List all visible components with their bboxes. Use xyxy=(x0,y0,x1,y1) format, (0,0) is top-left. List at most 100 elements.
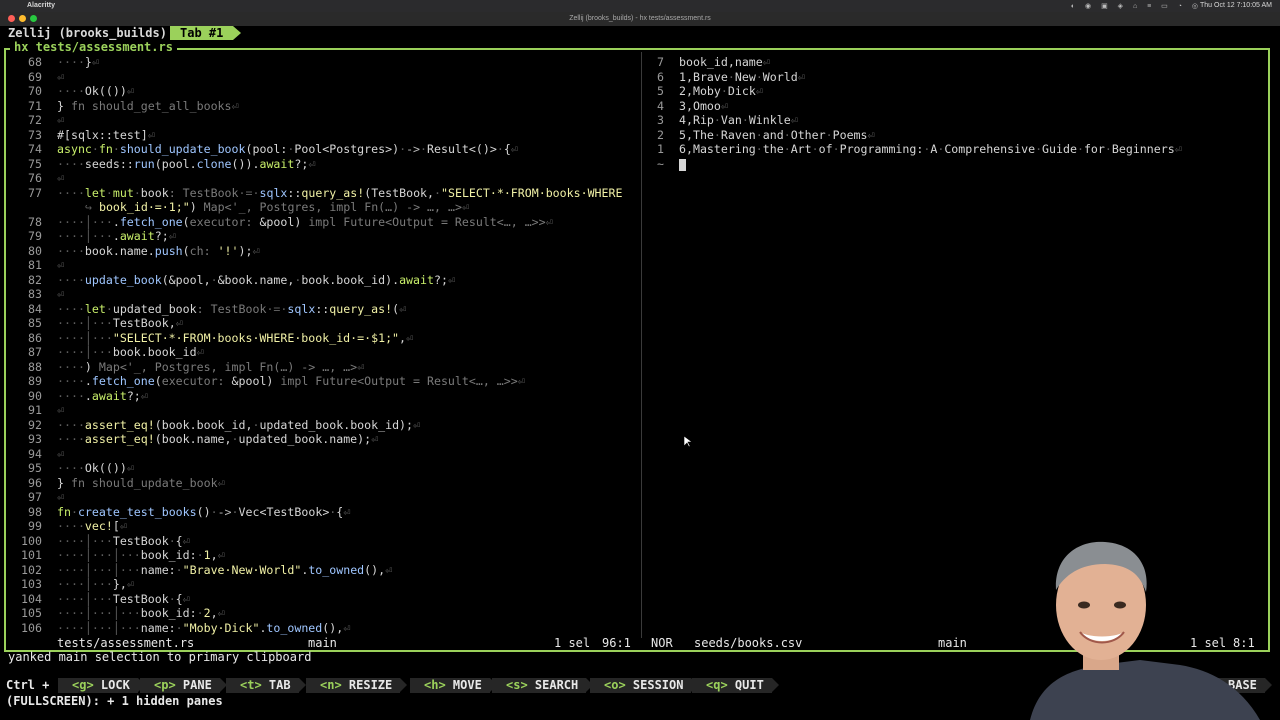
left-status-branch: main xyxy=(308,636,337,650)
right-status-branch: main xyxy=(938,636,967,650)
line-number: 71 xyxy=(28,98,42,113)
code-text: async·fn·should_update_book(pool:·Pool<P… xyxy=(57,142,518,156)
relative-line-number: 7 xyxy=(657,55,664,69)
line-number: 82 xyxy=(28,272,42,287)
line-number: 74 xyxy=(28,142,42,156)
line-number: 80 xyxy=(28,243,42,258)
keybar-tab-button[interactable]: <t> TAB xyxy=(226,678,306,693)
line-number: 73 xyxy=(28,127,42,142)
code-text: ⏎ xyxy=(57,113,64,127)
keybar-quit-button[interactable]: <q> QUIT xyxy=(692,678,779,693)
keybar-search-button[interactable]: <s> SEARCH xyxy=(492,678,594,693)
line-number: 99 xyxy=(28,519,42,533)
csv-text: 3,Omoo⏎ xyxy=(679,98,728,113)
code-text: ⏎ xyxy=(57,490,64,504)
text-cursor xyxy=(679,159,686,171)
code-text: ····.fetch_one(executor: &pool) impl Fut… xyxy=(57,374,525,388)
line-number: 78 xyxy=(28,214,42,229)
keybar-lock-button[interactable]: <g> LOCK xyxy=(58,678,145,693)
line-number: 87 xyxy=(28,345,42,359)
line-number: 101 xyxy=(21,548,42,562)
keybar-resize-button[interactable]: <n> RESIZE xyxy=(306,678,408,693)
relative-line-number: ~ xyxy=(657,156,664,171)
line-number: 90 xyxy=(28,388,42,403)
code-text: ····│···TestBook·{⏎ xyxy=(57,591,190,606)
code-text: ⏎ xyxy=(57,171,64,185)
line-number: 75 xyxy=(28,156,42,171)
mouse-pointer-icon xyxy=(684,436,692,448)
status-tray-icons[interactable]: ◐ ◉ ▣ ◈ ⌂ ≡ ▭ ◔ ◎ xyxy=(1071,2,1202,10)
menu-clock[interactable]: Thu Oct 12 7:10:05 AM xyxy=(1200,2,1272,9)
keybar-pane-button[interactable]: <p> PANE xyxy=(140,678,227,693)
code-text: ····Ok(())⏎ xyxy=(57,84,134,98)
code-text: ····assert_eq!(book.name,·updated_book.n… xyxy=(57,432,379,446)
code-text: ····update_book(&pool,·&book.name,·book.… xyxy=(57,272,455,287)
keybar-session-button[interactable]: <o> SESSION xyxy=(590,678,700,693)
line-number: 86 xyxy=(28,330,42,345)
code-text: ····book.name.push(ch: '!');⏎ xyxy=(57,243,260,258)
relative-line-number: 6 xyxy=(657,69,664,84)
code-text: ····│···│···name:·"Moby·Dick".to_owned()… xyxy=(57,620,351,635)
code-text: ⏎ xyxy=(57,69,64,84)
line-number: 96 xyxy=(28,475,42,490)
code-text: ····let·mut·book: TestBook·=·sqlx::query… xyxy=(57,185,623,200)
tab-1[interactable]: Tab #1 xyxy=(170,26,242,40)
relative-line-number: 1 xyxy=(657,142,664,156)
line-number: 68 xyxy=(28,55,42,69)
code-text: ····vec![⏎ xyxy=(57,519,127,533)
line-number: 100 xyxy=(21,533,42,548)
keybar-move-button[interactable]: <h> MOVE xyxy=(410,678,497,693)
csv-text: 2,Moby·Dick⏎ xyxy=(679,84,763,98)
line-number: 98 xyxy=(28,504,42,519)
line-number: 77 xyxy=(28,185,42,200)
fullscreen-hint: (FULLSCREEN): + 1 hidden panes xyxy=(6,694,223,708)
line-number: 83 xyxy=(28,287,42,301)
line-number: 97 xyxy=(28,490,42,504)
line-number: 84 xyxy=(28,301,42,316)
line-number: 95 xyxy=(28,461,42,475)
relative-line-number: 2 xyxy=(657,127,664,142)
right-status-file: seeds/books.csv xyxy=(694,636,803,650)
line-number: 94 xyxy=(28,446,42,461)
line-number: 103 xyxy=(21,577,42,591)
code-text: ↪ book_id·=·1;") Map<'_, Postgres, impl … xyxy=(85,200,469,214)
csv-text: 5,The·Raven·and·Other·Poems⏎ xyxy=(679,127,875,142)
code-text: ····│···book.book_id⏎ xyxy=(57,345,204,359)
minimize-window-button[interactable] xyxy=(19,15,26,22)
code-text: ····│···TestBook,⏎ xyxy=(57,316,183,330)
line-number: 102 xyxy=(21,562,42,577)
code-text: ⏎ xyxy=(57,287,64,301)
line-number: 88 xyxy=(28,359,42,374)
code-text: ····.await?;⏎ xyxy=(57,388,148,403)
close-window-button[interactable] xyxy=(8,15,15,22)
line-number: 76 xyxy=(28,171,42,185)
window-title: Zellij (brooks_builds) - hx tests/assess… xyxy=(569,15,711,22)
line-number: 104 xyxy=(21,591,42,606)
split-divider[interactable] xyxy=(641,52,642,638)
mac-menu-bar: Alacritty ◐ ◉ ▣ ◈ ⌂ ≡ ▭ ◔ ◎ Thu Oct 12 7… xyxy=(0,0,1280,12)
csv-text: 6,Mastering·the·Art·of·Programming:·A·Co… xyxy=(679,142,1182,156)
line-number: 81 xyxy=(28,258,42,272)
line-number: 92 xyxy=(28,417,42,432)
line-number: 105 xyxy=(21,606,42,620)
webcam-overlay xyxy=(1030,541,1260,720)
window-titlebar: Zellij (brooks_builds) - hx tests/assess… xyxy=(0,12,1280,26)
code-text: ····seeds::run(pool.clone()).await?;⏎ xyxy=(57,156,316,171)
line-number: 89 xyxy=(28,374,42,388)
line-number: 69 xyxy=(28,69,42,84)
line-number: 70 xyxy=(28,84,42,98)
code-text: ····let·updated_book: TestBook·=·sqlx::q… xyxy=(57,301,407,316)
csv-text: 4,Rip·Van·Winkle⏎ xyxy=(679,113,798,127)
csv-text: 1,Brave·New·World⏎ xyxy=(679,69,805,84)
left-status-position: 96:1 xyxy=(602,636,631,650)
code-text: ····}⏎ xyxy=(57,55,99,69)
code-text: ····│···.fetch_one(executor: &pool) impl… xyxy=(57,214,553,229)
code-text: ····Ok(())⏎ xyxy=(57,461,134,475)
pane-title: hx tests/assessment.rs xyxy=(10,40,177,54)
right-status-mode: NOR xyxy=(651,636,673,650)
menu-app-name[interactable]: Alacritty xyxy=(27,2,55,9)
zoom-window-button[interactable] xyxy=(30,15,37,22)
zellij-tab-bar: Zellij (brooks_builds) Tab #1 xyxy=(0,26,1280,40)
line-number: 106 xyxy=(21,620,42,635)
editor-message: yanked main selection to primary clipboa… xyxy=(8,650,312,664)
